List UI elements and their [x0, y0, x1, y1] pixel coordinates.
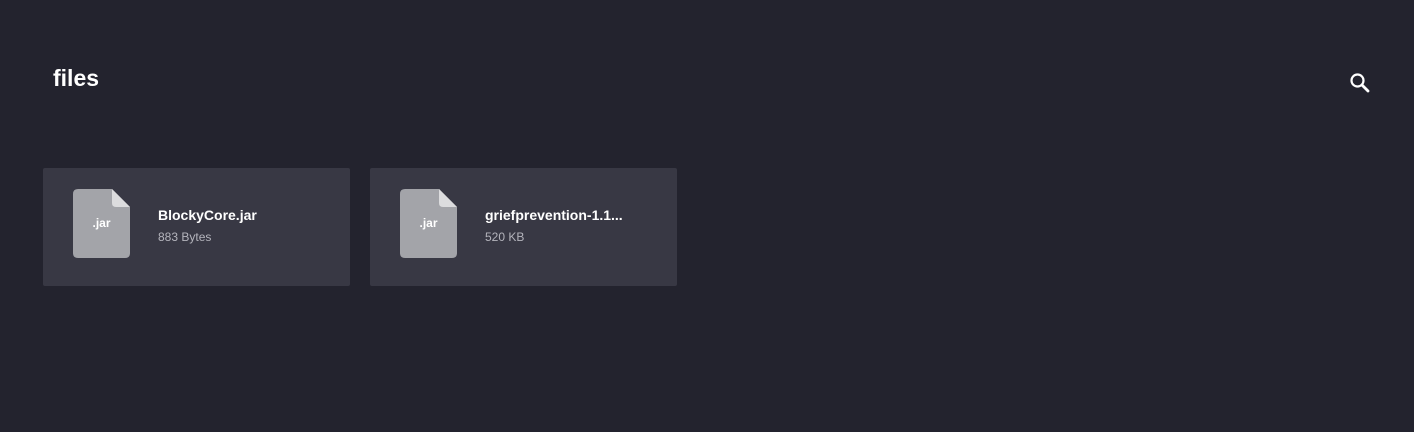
- search-icon: [1349, 72, 1371, 99]
- file-name: BlockyCore.jar: [158, 207, 257, 223]
- file-extension-label: .jar: [419, 216, 438, 230]
- file-size: 883 Bytes: [158, 230, 212, 244]
- files-page: files .jar BlockyCore.jar 883 Bytes .jar…: [0, 0, 1414, 432]
- search-button[interactable]: [1346, 71, 1374, 99]
- file-card-blockycore[interactable]: .jar BlockyCore.jar 883 Bytes: [43, 168, 350, 286]
- file-size: 520 KB: [485, 230, 525, 244]
- page-title: files: [53, 65, 100, 91]
- file-grid: .jar BlockyCore.jar 883 Bytes .jar grief…: [43, 168, 677, 286]
- file-icon: .jar: [400, 189, 457, 258]
- file-icon: .jar: [73, 189, 130, 258]
- file-name: griefprevention-1.1...: [485, 207, 623, 223]
- file-extension-label: .jar: [92, 216, 111, 230]
- file-card-griefprevention[interactable]: .jar griefprevention-1.1... 520 KB: [370, 168, 677, 286]
